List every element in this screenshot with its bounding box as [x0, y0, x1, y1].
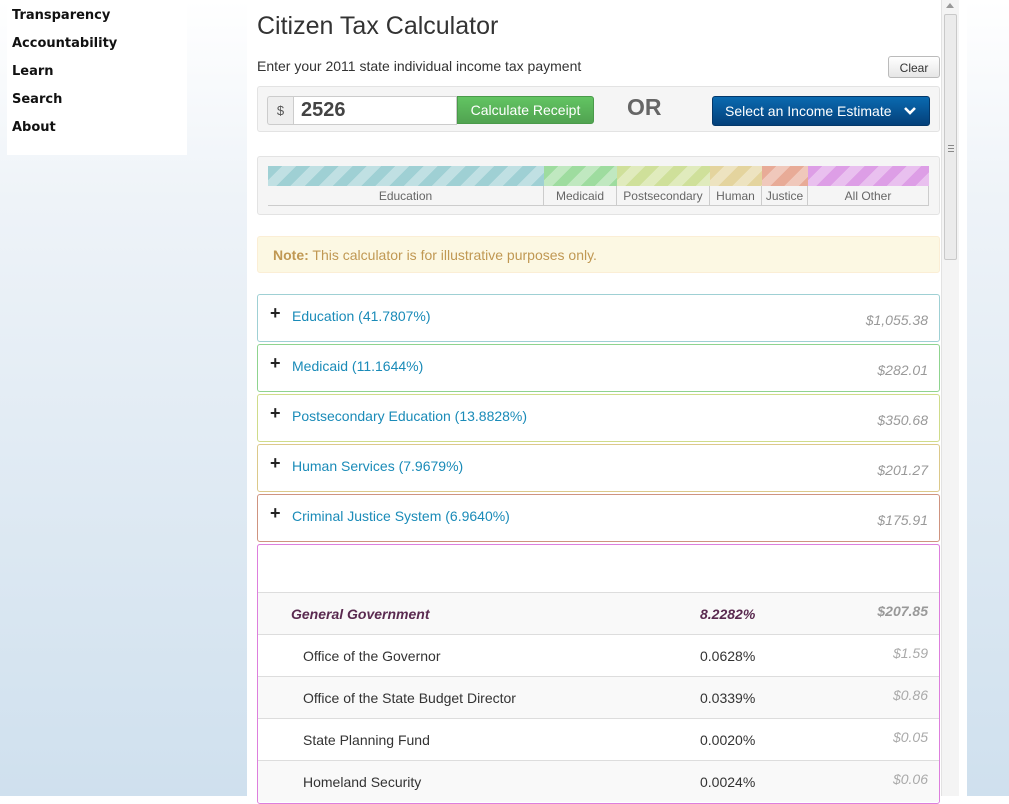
clear-button[interactable]: Clear [888, 56, 940, 78]
chevron-down-icon [904, 107, 916, 115]
row-name: General Government [291, 606, 430, 622]
row-percent: 0.0020% [700, 732, 756, 748]
expand-plus-icon[interactable]: + [270, 453, 281, 474]
category-header[interactable]: + Human Services (7.9679%) $201.27 [257, 444, 940, 492]
or-divider: OR [627, 94, 662, 120]
legend-label: Human [710, 186, 762, 206]
legend-swatch-6 [808, 166, 929, 186]
expand-plus-icon[interactable]: + [270, 303, 281, 324]
side-navigation: Transparency Accountability Learn Search… [7, 0, 187, 155]
page-edge [959, 0, 967, 796]
tax-payment-input[interactable]: 2526 [293, 96, 457, 125]
category-amount: $175.91 [877, 512, 928, 528]
category-amount: $1,055.38 [865, 312, 928, 328]
expand-plus-icon[interactable]: + [270, 403, 281, 424]
category-header[interactable]: + Criminal Justice System (6.9640%) $175.9… [257, 494, 940, 542]
row-percent: 0.0628% [700, 648, 756, 664]
page-title: Citizen Tax Calculator [257, 12, 499, 40]
row-name: State Planning Fund [303, 732, 430, 748]
nav-about[interactable]: About [12, 120, 56, 135]
expand-plus-icon[interactable]: + [270, 353, 281, 374]
category-header[interactable]: + Postsecondary Education (13.8828%) $350.… [257, 394, 940, 442]
nav-transparency[interactable]: Transparency [12, 8, 110, 23]
row-name: Office of the State Budget Director [303, 690, 516, 706]
legend-label: All Other [808, 186, 929, 206]
category-name[interactable]: Criminal Justice System (6.9640%) [292, 508, 510, 524]
category-amount: $350.68 [877, 412, 928, 428]
category-name[interactable]: Medicaid (11.1644%) [292, 358, 423, 374]
note-text: This calculator is for illustrative purp… [308, 247, 597, 263]
table-row: Office of the State Budget Director 0.033… [258, 676, 939, 718]
note-alert: Note: This calculator is for illustrativ… [257, 236, 940, 273]
expand-plus-icon[interactable]: + [270, 503, 281, 524]
row-percent: 0.0024% [700, 774, 756, 790]
scroll-grip-icon [948, 145, 954, 153]
category-name[interactable]: Postsecondary Education (13.8828%) [292, 408, 527, 424]
calculate-receipt-button[interactable]: Calculate Receipt [457, 96, 594, 124]
row-amount: $0.06 [892, 771, 928, 787]
legend-label: Medicaid [544, 186, 617, 206]
legend-swatch-5 [762, 166, 808, 186]
category-amount: $282.01 [877, 362, 928, 378]
legend-swatch-2 [544, 166, 617, 186]
legend-label: Justice [762, 186, 808, 206]
legend-label: Education [268, 186, 544, 206]
legend-label: Postsecondary [617, 186, 710, 206]
row-percent: 0.0339% [700, 690, 756, 706]
legend-swatch-3 [617, 166, 710, 186]
row-name: Office of the Governor [303, 648, 441, 664]
row-amount: $0.05 [892, 729, 928, 745]
category-amount: $201.27 [877, 462, 928, 478]
income-estimate-label: Select an Income Estimate [725, 103, 892, 119]
row-amount: $0.86 [892, 687, 928, 703]
group-row: General Government 8.2282% $207.85 [258, 592, 939, 634]
scrollbar-thumb[interactable] [944, 14, 957, 260]
row-name: Homeland Security [303, 774, 422, 790]
currency-addon: $ [267, 96, 293, 125]
legend-swatch-4 [710, 166, 762, 186]
row-percent: 8.2282% [700, 606, 756, 622]
scrollbar[interactable] [941, 0, 959, 796]
legend-swatch-1 [268, 166, 544, 186]
row-amount: $1.59 [892, 645, 928, 661]
scroll-up-arrow-icon[interactable] [946, 3, 954, 8]
category-name[interactable]: Human Services (7.9679%) [292, 458, 463, 474]
row-amount: $207.85 [877, 603, 928, 619]
category-header[interactable]: + Education (41.7807%) $1,055.38 [257, 294, 940, 342]
nav-accountability[interactable]: Accountability [12, 36, 117, 51]
instruction-text: Enter your 2011 state individual income … [257, 58, 582, 74]
table-row: Office of the Governor 0.0628% $1.59 [258, 634, 939, 676]
category-header[interactable]: + Medicaid (11.1644%) $282.01 [257, 344, 940, 392]
nav-search[interactable]: Search [12, 92, 62, 107]
table-row: State Planning Fund 0.0020% $0.05 [258, 718, 939, 760]
income-estimate-dropdown[interactable]: Select an Income Estimate [712, 96, 930, 126]
nav-learn[interactable]: Learn [12, 64, 54, 79]
note-label: Note: [273, 247, 309, 263]
category-name[interactable]: Education (41.7807%) [292, 308, 431, 324]
